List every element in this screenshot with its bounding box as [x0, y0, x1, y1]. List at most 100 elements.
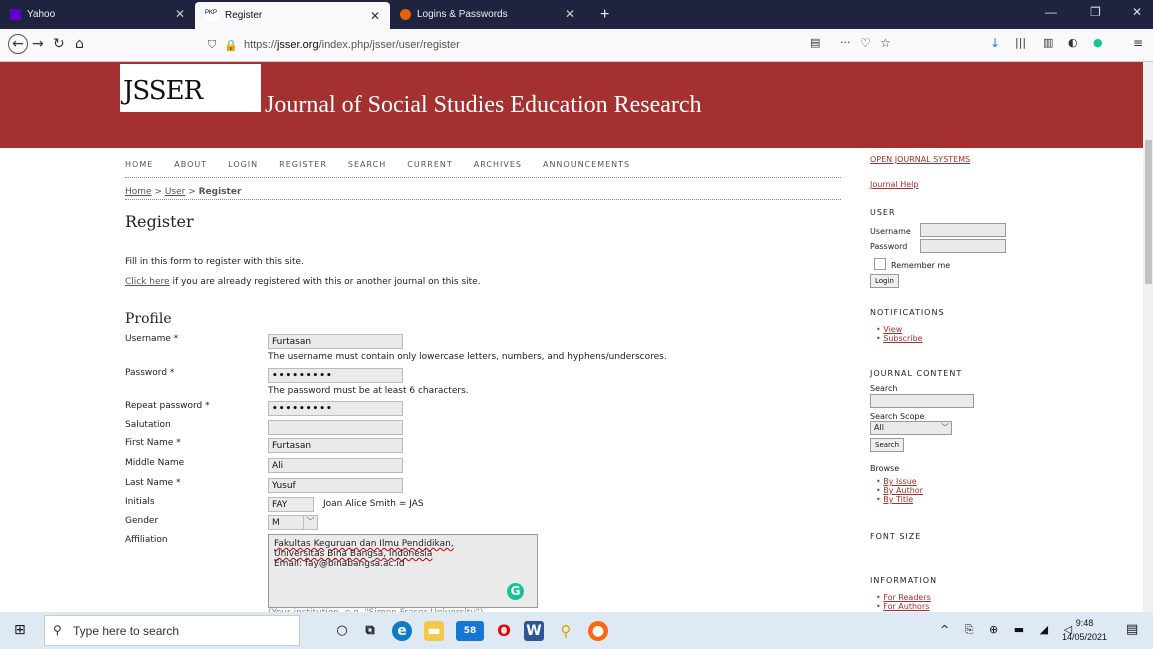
close-window-icon[interactable]: ✕	[1132, 5, 1142, 19]
salutation-field[interactable]	[268, 420, 403, 435]
taskbar-search[interactable]: ⚲ Type here to search	[44, 615, 300, 646]
menu-archives[interactable]: ARCHIVES	[474, 158, 522, 177]
information-heading: INFORMATION	[870, 576, 938, 585]
sidebar-icon[interactable]: ▥	[1043, 36, 1053, 49]
windows-start-icon[interactable]: ⊞	[14, 622, 26, 638]
for-authors-link[interactable]: For Authors	[883, 602, 929, 611]
grammarly-icon[interactable]: ●	[1093, 36, 1103, 49]
by-issue-link[interactable]: By Issue	[883, 477, 916, 486]
search-button[interactable]: Search	[870, 438, 905, 452]
sidebar-search-label: Search	[870, 384, 898, 393]
repeat-password-field[interactable]: •••••••••	[268, 401, 403, 416]
affiliation-textarea[interactable]: Fakultas Keguruan dan Ilmu Pendidikan, U…	[268, 534, 538, 608]
notification-center-icon[interactable]: ▤	[1126, 622, 1138, 637]
list-item[interactable]: • For Authors	[876, 603, 929, 611]
list-item[interactable]: • By Issue	[876, 478, 917, 486]
password-field[interactable]: •••••••••	[268, 368, 403, 383]
site-logo[interactable]: JSSER	[120, 64, 261, 112]
sidebar-username-input[interactable]	[920, 223, 1006, 237]
sidebar-search-input[interactable]	[870, 394, 974, 408]
opera-icon[interactable]: O	[494, 621, 514, 641]
pocket-icon[interactable]: ♡	[860, 36, 871, 50]
list-item[interactable]: • Subscribe	[876, 335, 923, 343]
journal-help-link[interactable]: Journal Help	[870, 180, 918, 189]
library-icon[interactable]: |||	[1015, 36, 1026, 49]
file-explorer-icon[interactable]: ▬	[424, 621, 444, 641]
gender-label: Gender	[125, 516, 159, 526]
username-label: Username *	[125, 334, 179, 344]
tab-yahoo[interactable]: Yahoo ✕	[0, 0, 195, 29]
download-icon[interactable]: ↓	[990, 36, 1000, 50]
menu-search[interactable]: SEARCH	[348, 158, 386, 177]
for-readers-link[interactable]: For Readers	[883, 593, 931, 602]
subscribe-link[interactable]: Subscribe	[883, 334, 922, 343]
maximize-icon[interactable]: ❐	[1090, 5, 1101, 19]
menu-current[interactable]: CURRENT	[407, 158, 452, 177]
close-tab-icon[interactable]: ✕	[370, 9, 380, 23]
page-actions-icon[interactable]: ···	[840, 36, 851, 49]
login-button[interactable]: Login	[870, 274, 899, 288]
list-item[interactable]: • By Title	[876, 496, 913, 504]
reader-view-icon[interactable]: ▤	[810, 36, 820, 49]
new-tab-button[interactable]: +	[590, 0, 619, 29]
first-name-field[interactable]: Furtasan	[268, 438, 403, 453]
search-app-icon[interactable]: ⚲	[556, 621, 576, 641]
back-icon[interactable]: ←	[8, 34, 28, 54]
menu-announcements[interactable]: ANNOUNCEMENTS	[543, 158, 630, 177]
breadcrumb-home[interactable]: Home	[125, 187, 152, 197]
tab-logins[interactable]: Logins & Passwords ✕	[390, 0, 585, 29]
breadcrumb-current: Register	[198, 187, 242, 197]
grammarly-icon[interactable]: G	[507, 583, 524, 600]
system-tray-icons[interactable]: ^ ⎘ ⊕ ▬ ◢ ◁	[940, 623, 1078, 637]
bookmark-star-icon[interactable]: ☆	[880, 36, 891, 50]
login-prompt-text: if you are already registered with this …	[169, 277, 481, 287]
list-item[interactable]: • View	[876, 326, 902, 334]
remember-checkbox[interactable]	[874, 258, 886, 270]
task-view-icon[interactable]: ⧉	[360, 621, 380, 641]
click-here-link[interactable]: Click here	[125, 277, 170, 287]
page-scrollbar[interactable]	[1143, 62, 1153, 612]
initials-field[interactable]: FAY	[268, 497, 314, 512]
forward-icon[interactable]: →	[32, 36, 44, 52]
url-bar[interactable]: ⛉ 🔒 https://jsser.org/index.php/jsser/us…	[200, 33, 810, 57]
menu-register[interactable]: REGISTER	[279, 158, 327, 177]
username-field[interactable]: Furtasan	[268, 334, 403, 349]
ojs-link[interactable]: OPEN JOURNAL SYSTEMS	[870, 155, 970, 164]
edge-icon[interactable]: e	[392, 621, 412, 641]
search-scope-select[interactable]: All ﹀	[870, 421, 952, 435]
close-tab-icon[interactable]: ✕	[565, 7, 575, 21]
list-item[interactable]: • By Author	[876, 487, 923, 495]
sidebar-password-input[interactable]	[920, 239, 1006, 253]
middle-name-field[interactable]: Ali	[268, 458, 403, 473]
scrollbar-thumb[interactable]	[1145, 140, 1152, 284]
reload-icon[interactable]: ↻	[53, 36, 65, 52]
initials-label: Initials	[125, 497, 155, 507]
minimize-icon[interactable]: —	[1045, 5, 1057, 19]
menu-icon[interactable]: ≡	[1133, 36, 1143, 50]
extension-icon[interactable]: ◐	[1068, 36, 1078, 49]
clock[interactable]: 9:48 14/05/2021	[1062, 616, 1107, 644]
by-title-link[interactable]: By Title	[883, 495, 913, 504]
mail-icon[interactable]: 58	[456, 621, 484, 641]
chevron-down-icon: ﹀	[303, 516, 317, 529]
tab-label: Logins & Passwords	[417, 9, 508, 20]
profile-heading: Profile	[125, 311, 172, 327]
tab-label: Yahoo	[27, 9, 56, 20]
menu-home[interactable]: HOME	[125, 158, 153, 177]
close-tab-icon[interactable]: ✕	[175, 7, 185, 21]
view-link[interactable]: View	[883, 325, 902, 334]
word-icon[interactable]: W	[524, 621, 544, 641]
firefox-icon[interactable]: ●	[588, 621, 608, 641]
cortana-icon[interactable]: ○	[332, 621, 352, 641]
breadcrumb-user[interactable]: User	[165, 187, 186, 197]
home-icon[interactable]: ⌂	[75, 36, 84, 52]
by-author-link[interactable]: By Author	[883, 486, 923, 495]
last-name-field[interactable]: Yusuf	[268, 478, 403, 493]
tab-label: Register	[225, 10, 263, 21]
list-item[interactable]: • For Readers	[876, 594, 931, 602]
affiliation-label: Affiliation	[125, 535, 168, 545]
gender-select[interactable]: M ﹀	[268, 515, 318, 530]
menu-about[interactable]: ABOUT	[174, 158, 207, 177]
menu-login[interactable]: LOGIN	[228, 158, 258, 177]
tab-register[interactable]: PKP Register ✕	[195, 2, 390, 29]
